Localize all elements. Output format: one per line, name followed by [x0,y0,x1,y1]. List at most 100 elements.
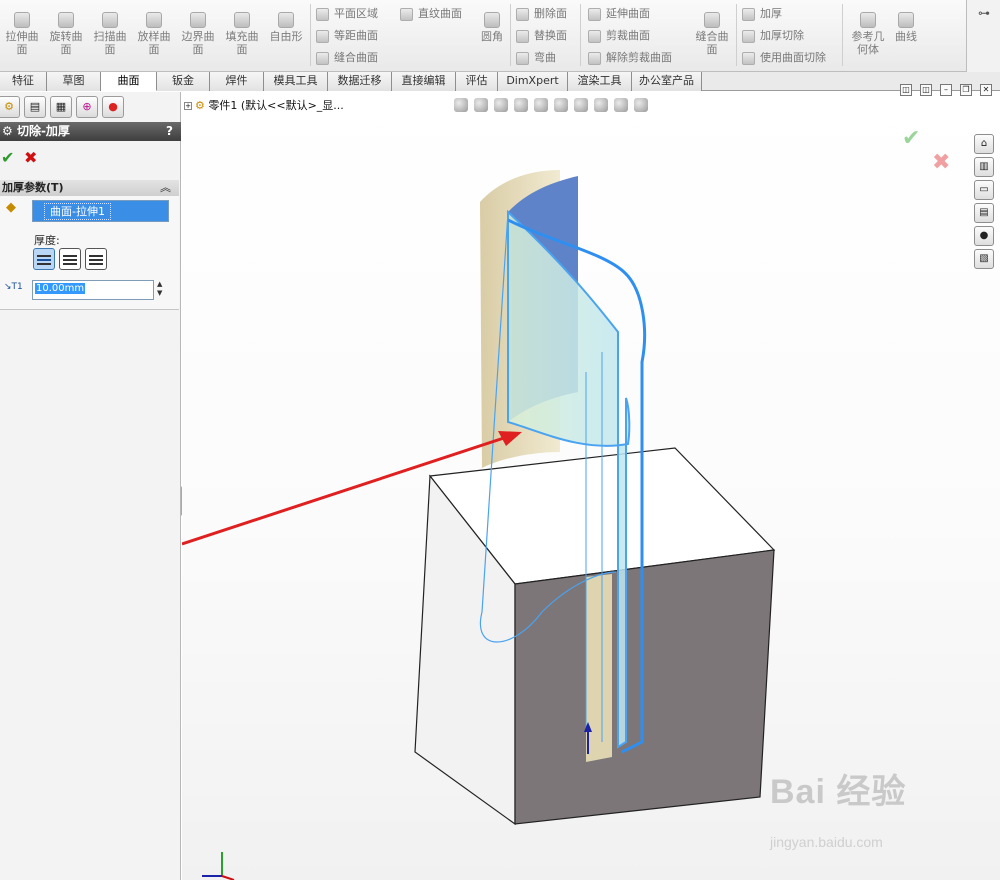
delete-face-label: 删除面 [534,7,567,20]
trim-surface-icon [588,29,601,43]
cut-with-surface-label: 使用曲面切除 [760,51,826,64]
boundary-surface-button[interactable]: 边界曲 面 [176,6,220,66]
extruded-surface-icon [14,12,30,28]
axis-triad [202,852,235,880]
graphics-area[interactable]: + ⚙ 零件1 (默认<<默认>_显... ◫ ◫ – ❐ ✕ ✔ ✖ ⌂ ▥ ▭ ▤ ●… [182,84,1000,880]
ruled-surface-icon [400,7,413,21]
thicken-side2-button[interactable] [85,248,107,270]
swept-surface-icon [102,12,118,28]
tab-dimxpert[interactable]: DimXpert [498,72,568,91]
model-viewport [182,170,776,880]
extend-surface-icon [588,7,601,21]
tab-surfaces[interactable]: 曲面 [101,72,157,91]
configuration-manager-tab[interactable]: ▦ [50,96,72,118]
untrim-surface-button[interactable]: 解除剪裁曲面 [588,49,672,67]
replace-face-button[interactable]: 替换面 [516,27,567,45]
reference-geometry-icon [860,12,876,28]
thickness-input[interactable]: 10.00mm [32,280,154,300]
surface-select-icon: ◆ [6,200,16,215]
replace-face-label: 替换面 [534,29,567,42]
ribbon-separator [842,4,843,66]
ribbon-separator [580,4,581,66]
pm-title: 切除-加厚 [16,124,70,138]
knit-surface-label: 缝合曲 面 [695,30,729,56]
manager-tabs: ⚙ ▤ ▦ ⊕ ● [0,94,181,118]
key-icon[interactable]: ⊶ [978,6,990,20]
swept-surface-button[interactable]: 扫描曲 面 [88,6,132,66]
extruded-surface-button[interactable]: 拉伸曲 面 [0,6,44,66]
tab-sheet-metal[interactable]: 钣金 [157,72,210,91]
extend-surface-button[interactable]: 延伸曲面 [588,5,650,23]
tab-evaluate[interactable]: 评估 [456,72,498,91]
knit-surface-icon [316,51,329,65]
knit-surface-button[interactable]: 缝合曲 面 [690,6,734,66]
planar-surface-button[interactable]: 平面区域 [316,5,378,23]
curves-label: 曲线 [895,30,917,43]
freeform-button[interactable]: 自由形 [264,6,308,66]
replace-face-icon [516,29,529,43]
display-manager-tab[interactable]: ● [102,96,124,118]
planar-surface-label: 平面区域 [334,7,378,20]
tab-direct-editing[interactable]: 直接编辑 [392,72,456,91]
curves-icon [898,12,914,28]
feature-manager-tab[interactable]: ⚙ [0,96,20,118]
freeform-label: 自由形 [269,30,303,43]
knit-surface-small-label: 缝合曲面 [334,51,378,64]
ruled-surface-label: 直纹曲面 [418,7,462,20]
property-manager: ⚙ ▤ ▦ ⊕ ● ⚙ 切除-加厚 ? ✔ ✖ 加厚参数(T) ︽ ◆ 曲面-拉伸… [0,92,181,880]
feature-tree-icon: ⚙ [4,100,14,113]
ribbon-toolbar: 拉伸曲 面 旋转曲 面 扫描曲 面 放样曲 面 边界曲 面 填充曲 面 自由形 … [0,0,1000,72]
curves-button[interactable]: 曲线 [888,6,924,66]
selected-surface[interactable]: 曲面-拉伸1 [44,203,111,220]
group-title: 加厚参数(T) [2,181,64,194]
ribbon-separator [510,4,511,66]
thicken-button[interactable]: 加厚 [742,5,782,23]
box-right-face [514,549,775,825]
thicken-cut-button[interactable]: 加厚切除 [742,27,804,45]
tab-weldments[interactable]: 焊件 [210,72,264,91]
revolved-surface-button[interactable]: 旋转曲 面 [44,6,88,66]
property-manager-tab[interactable]: ▤ [24,96,46,118]
collapse-icon[interactable]: ︽ [160,180,171,196]
ribbon-separator [310,4,311,66]
filled-surface-icon [234,12,250,28]
dimxpert-manager-tab[interactable]: ⊕ [76,96,98,118]
knit-surface-small-button[interactable]: 缝合曲面 [316,49,378,67]
tab-sketch[interactable]: 草图 [47,72,101,91]
help-button[interactable]: ? [166,122,173,141]
offset-surface-label: 等距曲面 [334,29,378,42]
surface-selection-box[interactable]: 曲面-拉伸1 [32,200,169,222]
command-manager-tabs: 特征 草图 曲面 钣金 焊件 模具工具 数据迁移 直接编辑 评估 DimXper… [0,72,1000,91]
untrim-surface-icon [588,51,601,65]
tab-render-tools[interactable]: 渲染工具 [568,72,632,91]
revolved-surface-icon [58,12,74,28]
ruled-surface-button[interactable]: 直纹曲面 [400,5,462,23]
filled-surface-button[interactable]: 填充曲 面 [220,6,264,66]
trim-surface-button[interactable]: 剪裁曲面 [588,27,650,45]
flex-button[interactable]: 弯曲 [516,49,556,67]
cancel-button[interactable]: ✖ [24,148,37,167]
tab-features[interactable]: 特征 [0,72,47,91]
ok-button[interactable]: ✔ [1,148,14,167]
thicken-both-sides-button[interactable] [59,248,81,270]
tab-mold-tools[interactable]: 模具工具 [264,72,328,91]
fillet-button[interactable]: 圆角 [472,6,512,66]
flex-label: 弯曲 [534,51,556,64]
freeform-icon [278,12,294,28]
offset-surface-button[interactable]: 等距曲面 [316,27,378,45]
thickness-spinner[interactable]: ▲ ▼ [157,280,167,300]
reference-geometry-button[interactable]: 参考几 何体 [846,6,890,66]
lofted-surface-button[interactable]: 放样曲 面 [132,6,176,66]
thickness-t1-icon: ↘T1 [4,282,23,292]
ribbon-options-area: ⊶ [966,0,1000,72]
thicken-parameters-group: 加厚参数(T) ︽ ◆ 曲面-拉伸1 厚度: ↘T1 10.00mm ▲ ▼ [0,180,179,310]
tab-office-products[interactable]: 办公室产品 [632,72,702,91]
delete-face-button[interactable]: 删除面 [516,5,567,23]
thicken-cut-icon [742,29,755,43]
cut-with-surface-button[interactable]: 使用曲面切除 [742,49,826,67]
tab-data-migration[interactable]: 数据迁移 [328,72,392,91]
ribbon-separator [736,4,737,66]
thicken-side1-button[interactable] [33,248,55,270]
group-header[interactable]: 加厚参数(T) ︽ [0,180,179,196]
property-icon: ▤ [29,100,41,113]
